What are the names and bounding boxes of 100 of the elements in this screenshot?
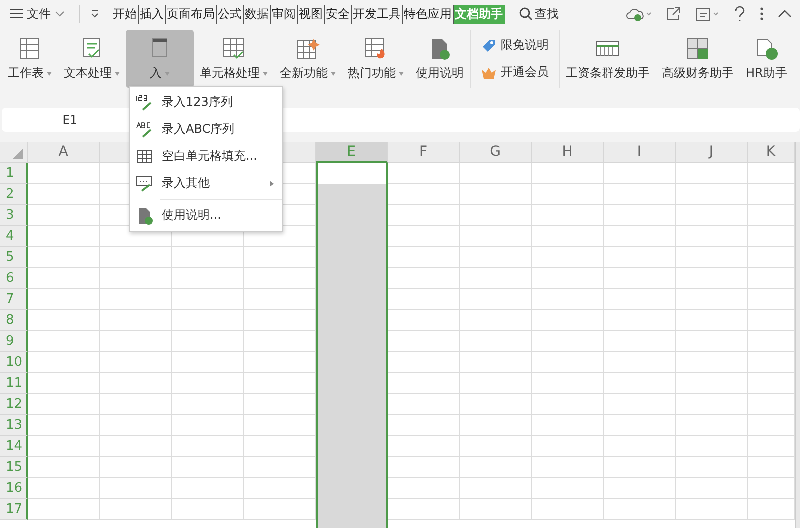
grid-cell[interactable] [748, 226, 795, 247]
grid-cell[interactable] [28, 163, 100, 184]
grid-cell[interactable] [460, 331, 532, 352]
grid-cell[interactable] [748, 331, 795, 352]
column-header[interactable]: A [28, 142, 100, 163]
grid-cell[interactable] [460, 247, 532, 268]
grid-cell[interactable] [460, 478, 532, 499]
grid-cell[interactable] [604, 226, 676, 247]
grid-cell[interactable] [748, 373, 795, 394]
grid-cell[interactable] [28, 478, 100, 499]
grid-cell[interactable] [532, 226, 604, 247]
grid-cell[interactable] [460, 394, 532, 415]
ribbon-tab[interactable]: 安全 [325, 4, 352, 24]
grid-cell[interactable] [748, 478, 795, 499]
grid-cell[interactable] [172, 247, 244, 268]
grid-cell[interactable] [28, 373, 100, 394]
ribbon-button[interactable]: 使用说明 [410, 30, 470, 88]
grid-cell[interactable] [676, 226, 748, 247]
ribbon-button[interactable]: 高级财务助手 [656, 30, 740, 88]
grid-cell[interactable] [748, 247, 795, 268]
grid-cell[interactable] [676, 352, 748, 373]
grid-cell[interactable] [172, 268, 244, 289]
ribbon-tab[interactable]: 公式 [217, 4, 244, 24]
grid-cell[interactable] [172, 352, 244, 373]
grid-cell[interactable] [676, 310, 748, 331]
ribbon-tab[interactable]: 数据 [244, 4, 271, 24]
grid-cell[interactable] [100, 436, 172, 457]
grid-cell[interactable] [100, 331, 172, 352]
grid-cell[interactable] [748, 310, 795, 331]
grid-cell[interactable] [676, 436, 748, 457]
grid-cell[interactable] [460, 163, 532, 184]
ribbon-tab[interactable]: 开始 [112, 4, 139, 24]
grid-cell[interactable] [604, 331, 676, 352]
column-header[interactable]: I [604, 142, 676, 163]
grid-cell[interactable] [604, 247, 676, 268]
grid-cell[interactable] [748, 415, 795, 436]
grid-cell[interactable] [604, 352, 676, 373]
grid-cell[interactable] [460, 352, 532, 373]
grid-cell[interactable] [604, 436, 676, 457]
grid-cell[interactable] [748, 289, 795, 310]
grid-cell[interactable] [172, 373, 244, 394]
grid-cell[interactable] [172, 310, 244, 331]
menu-item[interactable]: 录入其他 [130, 170, 282, 197]
grid-cell[interactable] [460, 436, 532, 457]
grid-cell[interactable] [748, 499, 795, 520]
scroll-bar[interactable] [795, 142, 800, 528]
grid-cell[interactable] [28, 331, 100, 352]
grid-cell[interactable] [28, 394, 100, 415]
grid-cell[interactable] [676, 373, 748, 394]
grid-cell[interactable] [532, 289, 604, 310]
grid-cell[interactable] [460, 310, 532, 331]
grid-cell[interactable] [532, 352, 604, 373]
grid-cell[interactable] [676, 184, 748, 205]
ribbon-button[interactable]: HR助手 [740, 30, 794, 88]
ribbon-tab[interactable]: 页面布局 [166, 4, 217, 24]
grid-cell[interactable] [28, 268, 100, 289]
grid-cell[interactable] [460, 499, 532, 520]
grid-cell[interactable] [532, 310, 604, 331]
grid-cell[interactable] [748, 394, 795, 415]
ribbon-tab[interactable]: 开发工具 [352, 4, 403, 24]
grid-cell[interactable] [604, 478, 676, 499]
grid-cell[interactable] [748, 184, 795, 205]
column-header[interactable]: F [388, 142, 460, 163]
grid-cell[interactable] [100, 478, 172, 499]
grid-cell[interactable] [676, 457, 748, 478]
grid-cell[interactable] [604, 457, 676, 478]
grid-cell[interactable] [604, 373, 676, 394]
grid-cell[interactable] [100, 247, 172, 268]
grid-cell[interactable] [604, 184, 676, 205]
grid-cell[interactable] [532, 499, 604, 520]
grid-cell[interactable] [676, 478, 748, 499]
grid-cell[interactable] [100, 352, 172, 373]
grid-cell[interactable] [676, 247, 748, 268]
grid-cell[interactable] [604, 394, 676, 415]
grid-cell[interactable] [676, 415, 748, 436]
grid-cell[interactable] [748, 163, 795, 184]
ribbon-button[interactable]: 全新功能 [274, 30, 342, 88]
ribbon-tab[interactable]: 插入 [139, 4, 166, 24]
grid-cell[interactable] [604, 205, 676, 226]
grid-cell[interactable] [100, 268, 172, 289]
grid-cell[interactable] [100, 415, 172, 436]
grid-cell[interactable] [28, 184, 100, 205]
grid-cell[interactable] [748, 205, 795, 226]
grid-cell[interactable] [100, 499, 172, 520]
grid-cell[interactable] [100, 310, 172, 331]
grid-cell[interactable] [172, 415, 244, 436]
grid-cell[interactable] [532, 436, 604, 457]
menu-item[interactable]: 空白单元格填充... [130, 143, 282, 170]
grid-cell[interactable] [604, 415, 676, 436]
grid-cell[interactable] [676, 268, 748, 289]
grid-cell[interactable] [28, 205, 100, 226]
grid-cell[interactable] [28, 247, 100, 268]
column-header[interactable]: J [676, 142, 748, 163]
column-header[interactable]: K [748, 142, 795, 163]
grid-cell[interactable] [748, 436, 795, 457]
grid-cell[interactable] [748, 268, 795, 289]
grid-cell[interactable] [172, 436, 244, 457]
ribbon-tab[interactable]: 审阅 [271, 4, 298, 24]
grid-cell[interactable] [460, 457, 532, 478]
grid-cell[interactable] [460, 226, 532, 247]
